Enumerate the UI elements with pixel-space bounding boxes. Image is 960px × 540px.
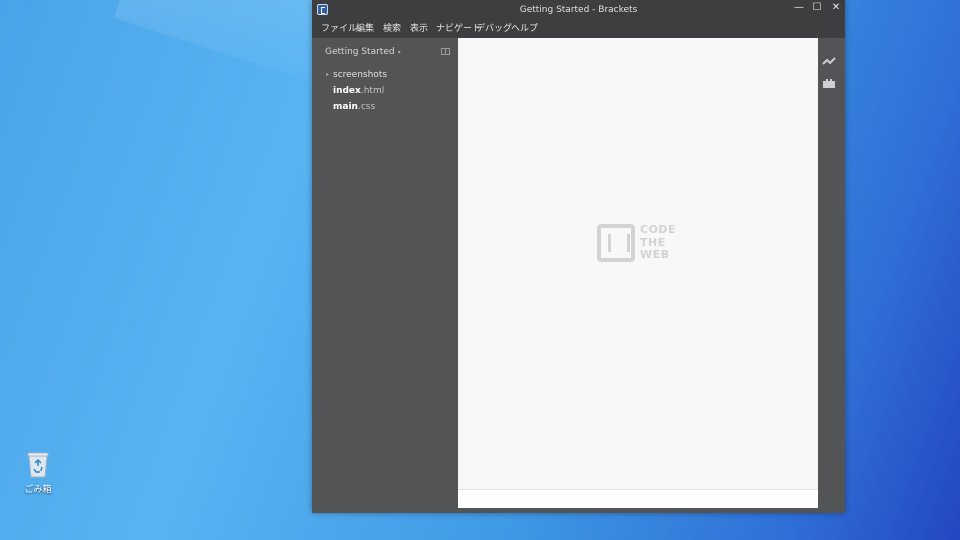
menu-view[interactable]: 表示 xyxy=(410,21,428,34)
title-bar[interactable]: Getting Started - Brackets — ☐ ✕ xyxy=(312,0,845,20)
logo-text: CODE THE WEB xyxy=(640,223,677,262)
project-caret-icon: ▾ xyxy=(397,49,401,56)
brackets-logo-icon xyxy=(597,224,635,262)
folder-arrow-icon[interactable]: ▸ xyxy=(326,71,329,78)
logo-word: CODE xyxy=(640,223,677,236)
extension-manager-icon[interactable] xyxy=(822,74,836,88)
recycle-bin-icon xyxy=(26,450,50,478)
code-the-web-logo: CODE THE WEB xyxy=(597,223,687,264)
tree-folder-screenshots[interactable]: ▸ screenshots xyxy=(326,70,388,80)
file-base-name: main xyxy=(333,102,358,112)
menu-help[interactable]: ヘルプ xyxy=(511,21,538,34)
maximize-button[interactable]: ☐ xyxy=(808,1,826,17)
menu-edit[interactable]: 編集 xyxy=(356,21,374,34)
tree-file-main-css[interactable]: main.css xyxy=(333,102,375,112)
file-extension: .css xyxy=(357,102,376,112)
menu-find[interactable]: 検索 xyxy=(383,21,401,34)
recycle-bin-label: ごみ箱 xyxy=(24,485,52,495)
editor-status-strip xyxy=(458,489,818,508)
project-sidebar: Getting Started ▾ ▸ screenshots index.htm… xyxy=(312,38,458,513)
project-title: Getting Started xyxy=(325,47,395,57)
brackets-window: Getting Started - Brackets — ☐ ✕ ファイル 編集… xyxy=(312,0,845,513)
tree-item-label: screenshots xyxy=(333,70,388,80)
menu-file[interactable]: ファイル xyxy=(321,21,357,34)
file-base-name: index xyxy=(333,86,361,96)
file-extension: .html xyxy=(360,86,385,96)
editor-area[interactable]: CODE THE WEB xyxy=(458,38,818,508)
menu-bar: ファイル 編集 検索 表示 ナビゲート デバッグ ヘルプ xyxy=(312,20,845,38)
window-title: Getting Started - Brackets xyxy=(519,5,638,15)
project-dropdown[interactable]: Getting Started ▾ xyxy=(325,47,401,57)
close-button[interactable]: ✕ xyxy=(827,1,845,17)
menu-debug[interactable]: デバッグ xyxy=(476,21,512,34)
recycle-bin[interactable]: ごみ箱 xyxy=(18,450,58,495)
tree-file-index-html[interactable]: index.html xyxy=(333,86,384,96)
menu-navigate[interactable]: ナビゲート xyxy=(436,21,481,34)
logo-word: WEB xyxy=(640,248,670,261)
live-preview-icon[interactable] xyxy=(822,52,836,65)
right-toolbar xyxy=(818,38,840,508)
minimize-button[interactable]: — xyxy=(790,1,808,17)
split-view-icon[interactable] xyxy=(441,48,450,55)
